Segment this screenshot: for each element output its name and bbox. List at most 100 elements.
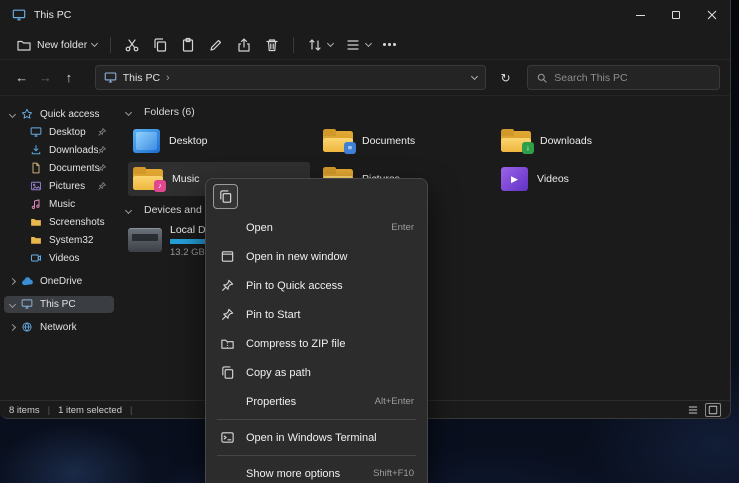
- menu-item-label: Copy as path: [246, 367, 406, 379]
- large-icons-view-button[interactable]: [705, 403, 721, 417]
- pin-icon: [97, 145, 107, 155]
- copy-quick-action-button[interactable]: [213, 184, 238, 209]
- videos-folder-icon: [501, 167, 528, 191]
- minimize-button[interactable]: [622, 0, 658, 30]
- copy-icon: [218, 189, 233, 204]
- command-toolbar: New folder: [0, 30, 730, 60]
- paste-button[interactable]: [174, 33, 202, 57]
- menu-item-copy-as-path[interactable]: Copy as path: [210, 358, 423, 387]
- cut-button[interactable]: [118, 33, 146, 57]
- search-icon: [536, 72, 548, 84]
- rename-icon: [208, 37, 224, 53]
- sidebar-item-label: Network: [40, 322, 77, 333]
- menu-item-open-terminal[interactable]: Open in Windows Terminal: [210, 423, 423, 452]
- sidebar-item-label: This PC: [40, 299, 76, 310]
- sidebar-item-documents[interactable]: Documents: [4, 160, 114, 177]
- new-window-icon: [219, 249, 235, 265]
- documents-folder-icon: [323, 129, 353, 154]
- copy-icon: [152, 37, 168, 53]
- breadcrumb[interactable]: This PC: [123, 72, 170, 84]
- sidebar-item-system32[interactable]: System32: [4, 232, 114, 249]
- menu-item-compress-zip[interactable]: Compress to ZIP file: [210, 329, 423, 358]
- folder-tile-label: Music: [172, 173, 199, 185]
- downloads-icon: [30, 144, 43, 157]
- sidebar-item-label: OneDrive: [40, 276, 82, 287]
- share-button[interactable]: [230, 33, 258, 57]
- sidebar-item-this-pc[interactable]: This PC: [4, 296, 114, 313]
- copy-button[interactable]: [146, 33, 174, 57]
- sidebar-item-network[interactable]: Network: [4, 319, 114, 336]
- this-pc-icon: [21, 298, 34, 311]
- pin-icon: [97, 181, 107, 191]
- menu-item-pin-start[interactable]: Pin to Start: [210, 300, 423, 329]
- address-dropdown-icon[interactable]: [471, 72, 478, 79]
- rename-button[interactable]: [202, 33, 230, 57]
- window-title: This PC: [34, 9, 71, 21]
- view-button[interactable]: [339, 33, 377, 57]
- search-box[interactable]: [527, 65, 720, 90]
- menu-item-label: Pin to Start: [246, 309, 406, 321]
- sidebar-item-music[interactable]: Music: [4, 196, 114, 213]
- sort-icon: [307, 37, 323, 53]
- menu-separator: [217, 455, 416, 456]
- quick-actions-row: [210, 183, 423, 213]
- menu-item-open[interactable]: Open Enter: [210, 213, 423, 242]
- menu-separator: [217, 419, 416, 420]
- sidebar-item-label: System32: [49, 235, 93, 246]
- chevron-down-icon: [9, 301, 16, 308]
- onedrive-cloud-icon: [21, 275, 34, 288]
- titlebar[interactable]: This PC: [0, 0, 730, 30]
- delete-icon: [264, 37, 280, 53]
- sidebar: Quick access Desktop Downloads: [0, 96, 118, 400]
- menu-item-label: Compress to ZIP file: [246, 338, 406, 350]
- close-button[interactable]: [694, 0, 730, 30]
- folder-tile-downloads[interactable]: Downloads: [496, 124, 678, 158]
- sidebar-item-screenshots[interactable]: Screenshots: [4, 214, 114, 231]
- status-divider: [48, 405, 50, 416]
- sidebar-item-label: Pictures: [49, 181, 85, 192]
- refresh-button[interactable]: [494, 66, 518, 90]
- folder-tile-desktop[interactable]: Desktop: [128, 124, 310, 158]
- menu-item-label: Open: [246, 222, 383, 234]
- sidebar-item-pictures[interactable]: Pictures: [4, 178, 114, 195]
- folder-tile-documents[interactable]: Documents: [318, 124, 500, 158]
- folders-section-header[interactable]: Folders (6): [126, 106, 195, 118]
- paste-icon: [180, 37, 196, 53]
- sidebar-item-label: Videos: [49, 253, 79, 264]
- address-bar[interactable]: This PC: [95, 65, 486, 90]
- new-folder-button[interactable]: New folder: [10, 33, 103, 57]
- forward-button[interactable]: [34, 66, 58, 90]
- window-controls: [622, 0, 730, 30]
- menu-item-open-new-window[interactable]: Open in new window: [210, 242, 423, 271]
- menu-item-properties[interactable]: Properties Alt+Enter: [210, 387, 423, 416]
- sort-button[interactable]: [301, 33, 339, 57]
- breadcrumb-label: This PC: [123, 72, 160, 84]
- back-button[interactable]: [10, 66, 34, 90]
- properties-icon: [219, 394, 235, 410]
- star-icon: [21, 108, 34, 121]
- sidebar-item-downloads[interactable]: Downloads: [4, 142, 114, 159]
- up-button[interactable]: [57, 66, 81, 90]
- sidebar-item-videos[interactable]: Videos: [4, 250, 114, 267]
- this-pc-icon: [104, 71, 117, 84]
- delete-button[interactable]: [258, 33, 286, 57]
- pin-icon: [97, 127, 107, 137]
- sidebar-item-quick-access[interactable]: Quick access: [4, 106, 114, 123]
- sidebar-item-desktop[interactable]: Desktop: [4, 124, 114, 141]
- chevron-down-icon: [125, 108, 132, 115]
- selection-count: 1 item selected: [58, 405, 122, 416]
- chevron-down-icon: [125, 206, 132, 213]
- folder-icon: [30, 234, 43, 247]
- new-folder-label: New folder: [37, 39, 87, 51]
- folder-tile-videos[interactable]: Videos: [496, 162, 678, 196]
- terminal-icon: [219, 430, 235, 446]
- details-view-button[interactable]: [685, 403, 701, 417]
- maximize-button[interactable]: [658, 0, 694, 30]
- sidebar-item-onedrive[interactable]: OneDrive: [4, 273, 114, 290]
- menu-item-show-more-options[interactable]: Show more options Shift+F10: [210, 459, 423, 483]
- music-folder-icon: [133, 167, 163, 192]
- menu-item-shortcut: Alt+Enter: [375, 396, 414, 407]
- more-options-button[interactable]: [377, 37, 402, 52]
- search-input[interactable]: [554, 72, 711, 84]
- menu-item-pin-quick-access[interactable]: Pin to Quick access: [210, 271, 423, 300]
